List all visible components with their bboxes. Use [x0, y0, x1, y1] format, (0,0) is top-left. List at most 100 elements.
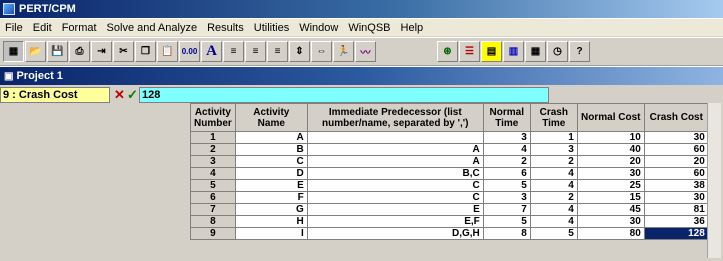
- normal-time-cell[interactable]: 3: [482, 131, 531, 144]
- activity-name-cell[interactable]: A: [234, 131, 308, 144]
- crash-time-cell[interactable]: 4: [529, 179, 578, 192]
- predecessor-cell[interactable]: C: [306, 179, 484, 192]
- crash-time-cell[interactable]: 1: [529, 131, 578, 144]
- align-left-icon[interactable]: ≡: [223, 41, 244, 62]
- normal-time-cell[interactable]: 2: [482, 155, 531, 168]
- crash-cost-cell-selected[interactable]: 128: [643, 227, 709, 240]
- predecessor-cell[interactable]: B,C: [306, 167, 484, 180]
- font-icon[interactable]: A: [201, 41, 222, 62]
- move-icon[interactable]: ⇥: [91, 41, 112, 62]
- header-crash-cost[interactable]: Crash Cost: [643, 103, 709, 132]
- normal-time-cell[interactable]: 3: [482, 191, 531, 204]
- predecessor-cell[interactable]: D,G,H: [306, 227, 484, 240]
- menu-solve-and-analyze[interactable]: Solve and Analyze: [102, 22, 203, 34]
- activity-name-cell[interactable]: C: [234, 155, 308, 168]
- header-activity-number[interactable]: Activity Number: [190, 103, 236, 132]
- activity-name-cell[interactable]: B: [234, 143, 308, 156]
- crash-cost-cell[interactable]: 81: [643, 203, 709, 216]
- normal-cost-cell[interactable]: 40: [576, 143, 645, 156]
- normal-time-cell[interactable]: 8: [482, 227, 531, 240]
- menu-file[interactable]: File: [0, 22, 28, 34]
- header-normal-cost[interactable]: Normal Cost: [576, 103, 645, 132]
- activity-name-cell[interactable]: I: [234, 227, 308, 240]
- predecessor-cell[interactable]: E,F: [306, 215, 484, 228]
- crash-cost-cell[interactable]: 60: [643, 167, 709, 180]
- help-icon[interactable]: ?: [569, 41, 590, 62]
- row-number[interactable]: 5: [190, 179, 236, 192]
- activity-name-cell[interactable]: E: [234, 179, 308, 192]
- row-number[interactable]: 1: [190, 131, 236, 144]
- menu-winqsb[interactable]: WinQSB: [343, 22, 395, 34]
- crash-cost-cell[interactable]: 38: [643, 179, 709, 192]
- activity-name-cell[interactable]: H: [234, 215, 308, 228]
- menu-help[interactable]: Help: [396, 22, 429, 34]
- chart-icon[interactable]: 〰: [355, 41, 376, 62]
- normal-time-cell[interactable]: 5: [482, 179, 531, 192]
- row-number[interactable]: 9: [190, 227, 236, 240]
- clock-icon[interactable]: ◷: [547, 41, 568, 62]
- activity-name-cell[interactable]: G: [234, 203, 308, 216]
- header-immediate-predecessor[interactable]: Immediate Predecessor (list number/name,…: [306, 103, 484, 132]
- menu-window[interactable]: Window: [294, 22, 343, 34]
- normal-cost-cell[interactable]: 80: [576, 227, 645, 240]
- normal-cost-cell[interactable]: 20: [576, 155, 645, 168]
- normal-time-cell[interactable]: 7: [482, 203, 531, 216]
- row-number[interactable]: 2: [190, 143, 236, 156]
- header-crash-time[interactable]: Crash Time: [529, 103, 578, 132]
- solve-icon[interactable]: 🏃: [333, 41, 354, 62]
- row-number[interactable]: 6: [190, 191, 236, 204]
- crash-cost-cell[interactable]: 36: [643, 215, 709, 228]
- predecessor-cell[interactable]: [306, 131, 484, 144]
- normal-cost-cell[interactable]: 25: [576, 179, 645, 192]
- print-icon[interactable]: ⎙: [69, 41, 90, 62]
- normal-cost-cell[interactable]: 45: [576, 203, 645, 216]
- crash-time-cell[interactable]: 4: [529, 167, 578, 180]
- normal-cost-cell[interactable]: 10: [576, 131, 645, 144]
- menu-format[interactable]: Format: [57, 22, 102, 34]
- predecessor-cell[interactable]: A: [306, 143, 484, 156]
- crash-cost-cell[interactable]: 60: [643, 143, 709, 156]
- number-format-icon[interactable]: 0.00: [179, 41, 200, 62]
- predecessor-cell[interactable]: C: [306, 191, 484, 204]
- check-icon[interactable]: ✓: [126, 87, 139, 102]
- menu-utilities[interactable]: Utilities: [249, 22, 294, 34]
- row-number[interactable]: 7: [190, 203, 236, 216]
- row-number[interactable]: 4: [190, 167, 236, 180]
- crash-time-cell[interactable]: 4: [529, 215, 578, 228]
- predecessor-cell[interactable]: E: [306, 203, 484, 216]
- crash-time-cell[interactable]: 5: [529, 227, 578, 240]
- header-normal-time[interactable]: Normal Time: [482, 103, 531, 132]
- calendar-icon[interactable]: ▦: [525, 41, 546, 62]
- gantt-icon[interactable]: ☰: [459, 41, 480, 62]
- bar-chart-icon[interactable]: ▥: [503, 41, 524, 62]
- align-center-icon[interactable]: ≡: [245, 41, 266, 62]
- network-icon[interactable]: ⊛: [437, 41, 458, 62]
- row-number[interactable]: 3: [190, 155, 236, 168]
- cancel-icon[interactable]: ✕: [113, 87, 126, 102]
- normal-time-cell[interactable]: 6: [482, 167, 531, 180]
- crash-cost-cell[interactable]: 20: [643, 155, 709, 168]
- crash-cost-cell[interactable]: 30: [643, 191, 709, 204]
- predecessor-cell[interactable]: A: [306, 155, 484, 168]
- normal-cost-cell[interactable]: 30: [576, 167, 645, 180]
- row-number[interactable]: 8: [190, 215, 236, 228]
- normal-time-cell[interactable]: 5: [482, 215, 531, 228]
- normal-cost-cell[interactable]: 15: [576, 191, 645, 204]
- paste-icon[interactable]: 📋: [157, 41, 178, 62]
- activity-name-cell[interactable]: D: [234, 167, 308, 180]
- cut-icon[interactable]: ✂: [113, 41, 134, 62]
- copy-icon[interactable]: ❐: [135, 41, 156, 62]
- crash-time-cell[interactable]: 2: [529, 191, 578, 204]
- vertical-scrollbar[interactable]: [707, 103, 721, 258]
- normal-cost-cell[interactable]: 30: [576, 215, 645, 228]
- grid-icon[interactable]: ▦: [3, 41, 24, 62]
- normal-time-cell[interactable]: 4: [482, 143, 531, 156]
- activity-name-cell[interactable]: F: [234, 191, 308, 204]
- cell-edit-input[interactable]: 128: [139, 86, 549, 103]
- align-right-icon[interactable]: ≡: [267, 41, 288, 62]
- crash-time-cell[interactable]: 2: [529, 155, 578, 168]
- column-width-icon[interactable]: ⇔: [311, 41, 332, 62]
- table-view-icon[interactable]: ▤: [481, 41, 502, 62]
- crash-time-cell[interactable]: 3: [529, 143, 578, 156]
- header-activity-name[interactable]: Activity Name: [234, 103, 308, 132]
